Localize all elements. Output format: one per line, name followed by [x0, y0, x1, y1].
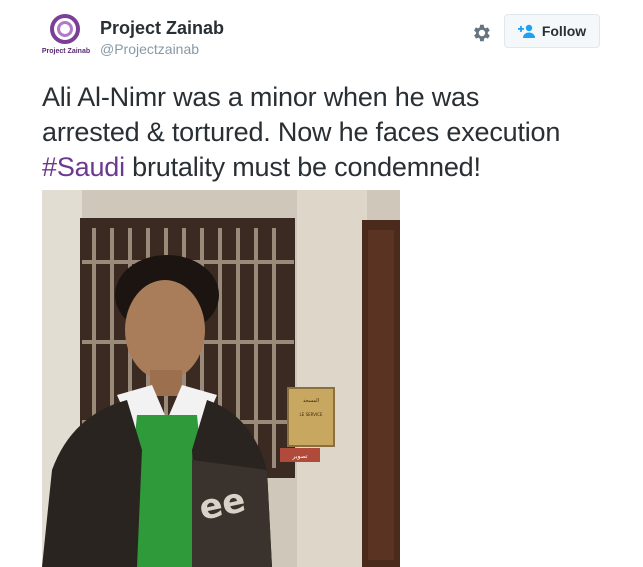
- tweet-line-3: #Saudi brutality must be condemned!: [42, 150, 632, 185]
- hashtag-link[interactable]: #Saudi: [42, 152, 125, 182]
- account-handle[interactable]: @Projectzainab: [100, 41, 199, 57]
- add-user-icon: [517, 24, 536, 38]
- gear-icon[interactable]: [470, 22, 492, 44]
- follow-label: Follow: [541, 23, 587, 39]
- avatar[interactable]: Project Zainab: [40, 12, 92, 64]
- logo-inner-ring: [57, 21, 73, 37]
- tweet-line-3-rest: brutality must be condemned!: [124, 152, 481, 182]
- tweet-photo[interactable]: المسجد LE SERVICE تصوير ee: [42, 190, 400, 567]
- tweet-line-1: Ali Al-Nimr was a minor when he was: [42, 82, 480, 112]
- plaque-text-1: المسجد: [303, 398, 319, 404]
- account-name[interactable]: Project Zainab: [100, 18, 224, 39]
- follow-button[interactable]: Follow: [504, 14, 600, 48]
- tweet-line-2: arrested & tortured. Now he faces execut…: [42, 117, 561, 147]
- avatar-brand-text: Project Zainab: [41, 48, 91, 55]
- plaque-text-2: LE SERVICE: [300, 412, 323, 417]
- photo-illustration: المسجد LE SERVICE تصوير ee: [42, 190, 400, 567]
- tweet-text: Ali Al-Nimr was a minor when he was arre…: [42, 80, 632, 185]
- plaque-text-3: تصوير: [292, 453, 308, 460]
